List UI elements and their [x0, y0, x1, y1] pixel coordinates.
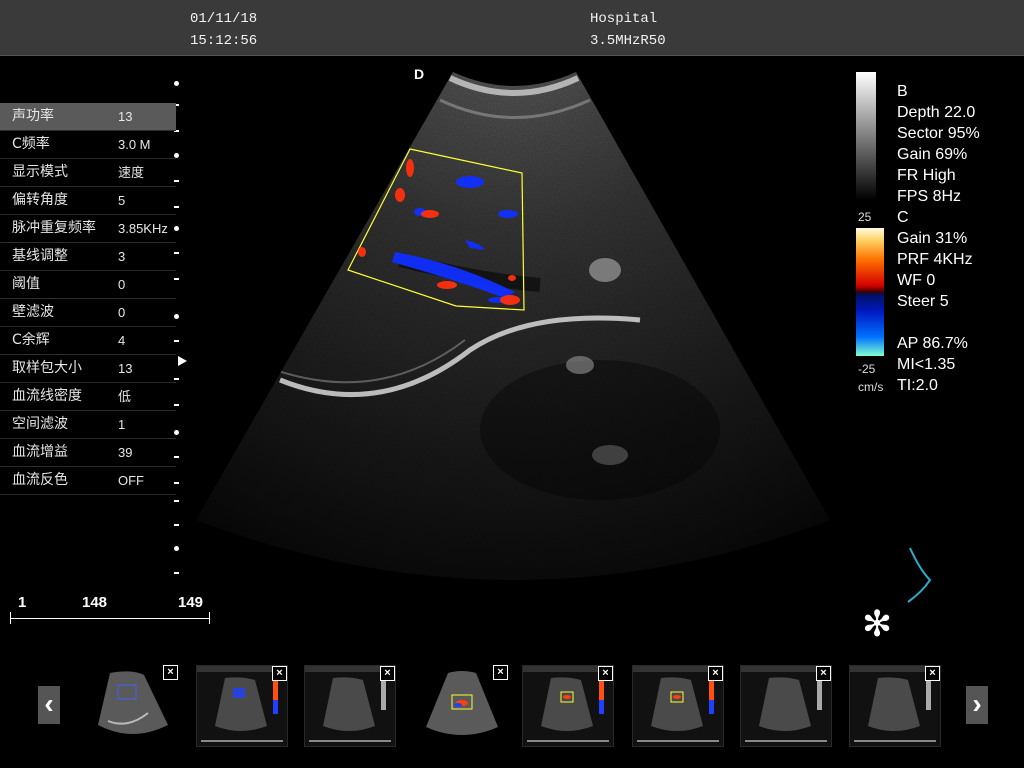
color-scale-max: 25	[858, 210, 872, 224]
cine-ruler[interactable]: 1 148 149	[10, 594, 212, 634]
depth-tick	[174, 81, 179, 86]
steer-value: Steer 5	[897, 293, 949, 310]
parameter-menu: 声功率 13 C频率 3.0 M 显示模式 速度 偏转角度 5 脉冲重复频率 3…	[0, 103, 176, 495]
param-wall-filter[interactable]: 壁滤波 0	[0, 299, 176, 327]
param-steer-angle[interactable]: 偏转角度 5	[0, 187, 176, 215]
thermal-index-value: TI:2.0	[897, 377, 938, 394]
b-mode-label: B	[897, 83, 908, 100]
cine-track-right-cap	[209, 612, 210, 624]
depth-value: Depth 22.0	[897, 104, 976, 121]
param-threshold[interactable]: 阈值 0	[0, 271, 176, 299]
cine-end-frame: 149	[178, 594, 204, 611]
grayscale-bar	[856, 72, 876, 200]
mechanical-index-value: MI<1.35	[897, 356, 956, 373]
cine-start-frame: 1	[18, 594, 27, 611]
thumbnail-3[interactable]: ×	[304, 665, 396, 747]
frame-rate-mode: FR High	[897, 167, 956, 184]
depth-tick	[174, 524, 179, 526]
close-icon[interactable]: ×	[163, 665, 178, 680]
param-baseline[interactable]: 基线调整 3	[0, 243, 176, 271]
param-flow-gain[interactable]: 血流增益 39	[0, 439, 176, 467]
param-line-density[interactable]: 血流线密度 低	[0, 383, 176, 411]
color-scale-unit: cm/s	[858, 380, 884, 394]
color-scale-min: -25	[858, 362, 876, 376]
param-color-frequency[interactable]: C频率 3.0 M	[0, 131, 176, 159]
acoustic-power-value: AP 86.7%	[897, 335, 968, 352]
thumbnail-strip: × × × × × × × ×	[0, 660, 1024, 760]
close-icon[interactable]: ×	[493, 665, 508, 680]
param-display-mode[interactable]: 显示模式 速度	[0, 159, 176, 187]
param-acoustic-power[interactable]: 声功率 13	[0, 103, 176, 131]
b-mode-sector	[196, 72, 830, 580]
color-velocity-bar	[856, 228, 884, 356]
cine-track	[10, 618, 210, 619]
physio-trace	[907, 547, 932, 603]
b-gain-value: Gain 69%	[897, 146, 968, 163]
imaging-info-panel: B Depth 22.0 Sector 95% Gain 69% FR High…	[897, 81, 980, 396]
param-color-persistence[interactable]: C余辉 4	[0, 327, 176, 355]
close-icon[interactable]: ×	[598, 666, 613, 681]
thumbnail-2[interactable]: ×	[196, 665, 288, 747]
prf-value: PRF 4KHz	[897, 251, 973, 268]
close-icon[interactable]: ×	[925, 666, 940, 681]
thumbnail-8[interactable]: ×	[849, 665, 941, 747]
orientation-marker: D	[414, 66, 425, 82]
cine-track-left-cap	[10, 612, 11, 624]
close-icon[interactable]: ×	[380, 666, 395, 681]
param-prf[interactable]: 脉冲重复频率 3.85KHz	[0, 215, 176, 243]
param-spatial-filter[interactable]: 空间滤波 1	[0, 411, 176, 439]
fps-value: FPS 8Hz	[897, 188, 962, 205]
snowflake-icon: ✻	[862, 603, 893, 644]
close-icon[interactable]: ×	[816, 666, 831, 681]
color-gain-value: Gain 31%	[897, 230, 968, 247]
close-icon[interactable]: ×	[272, 666, 287, 681]
thumbnail-5[interactable]: ×	[522, 665, 614, 747]
cine-current-frame: 148	[82, 594, 108, 611]
thumbnail-6[interactable]: ×	[632, 665, 724, 747]
color-mode-label: C	[897, 209, 909, 226]
thumbnail-4[interactable]: ×	[418, 665, 508, 745]
depth-tick	[174, 546, 179, 551]
thumbnail-7[interactable]: ×	[740, 665, 832, 747]
thumbnail-1[interactable]: ×	[88, 665, 178, 745]
focus-marker-icon[interactable]	[178, 356, 187, 366]
depth-tick	[174, 500, 179, 502]
param-color-invert[interactable]: 血流反色 OFF	[0, 467, 176, 495]
close-icon[interactable]: ×	[708, 666, 723, 681]
depth-tick	[174, 572, 179, 574]
wall-filter-value: WF 0	[897, 272, 936, 289]
param-packet-size[interactable]: 取样包大小 13	[0, 355, 176, 383]
sector-value: Sector 95%	[897, 125, 980, 142]
